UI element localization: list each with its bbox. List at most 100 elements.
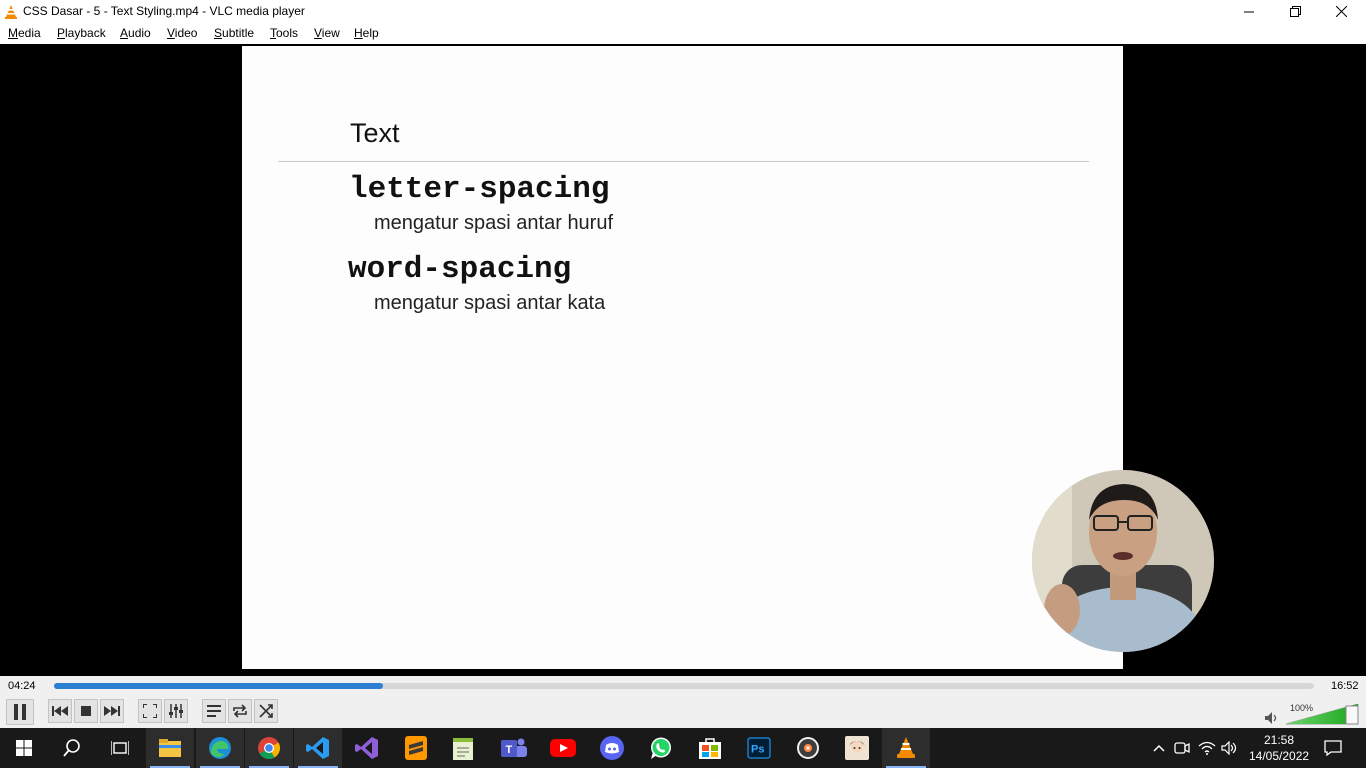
close-icon (1335, 6, 1347, 17)
taskbar-file-explorer[interactable] (146, 728, 194, 768)
total-duration: 16:52 (1331, 680, 1359, 692)
player-controls: 04:24 16:52 100% (0, 676, 1366, 728)
slide-heading: Text (350, 118, 400, 148)
notepad-plus-icon (453, 738, 473, 760)
media-app-icon (797, 737, 819, 759)
tray-notifications[interactable] (1323, 738, 1343, 758)
svg-text:Ps: Ps (751, 744, 764, 756)
visual-studio-icon (355, 737, 378, 759)
mute-button[interactable] (1265, 711, 1279, 729)
desc-letter-spacing: mengatur spasi antar huruf (374, 212, 614, 234)
restore-icon (1289, 6, 1301, 17)
notification-icon (1324, 740, 1342, 756)
taskbar-sublime-text[interactable] (392, 728, 440, 768)
previous-icon (52, 706, 68, 716)
term-letter-spacing: letter-spacing (349, 172, 610, 207)
menu-help[interactable]: Help (354, 26, 379, 40)
vlc-icon (897, 737, 915, 758)
wifi-icon (1198, 741, 1216, 755)
taskbar-store[interactable] (686, 728, 734, 768)
next-button[interactable] (100, 699, 124, 723)
playlist-icon (207, 705, 221, 717)
loop-icon (233, 704, 247, 718)
seek-bar[interactable] (54, 683, 1314, 689)
fullscreen-icon (143, 704, 157, 718)
minimize-button[interactable] (1226, 0, 1272, 23)
tray-network[interactable] (1197, 738, 1217, 758)
windows-taskbar: T Ps 21:58 14/05/2022 (0, 728, 1366, 768)
presentation-slide: Text letter-spacing mengatur spasi antar… (242, 46, 1123, 669)
menu-audio[interactable]: Audio (120, 26, 151, 40)
tray-show-hidden[interactable] (1149, 738, 1169, 758)
shuffle-button[interactable] (254, 699, 278, 723)
taskbar-search[interactable] (48, 728, 96, 768)
restore-button[interactable] (1272, 0, 1318, 23)
minimize-icon (1244, 11, 1254, 12)
photoshop-icon: Ps (747, 737, 771, 759)
anime-app-icon (845, 736, 869, 760)
menu-video[interactable]: Video (167, 26, 197, 40)
store-icon (699, 738, 721, 759)
speaker-icon (1221, 741, 1237, 755)
tray-meet-now[interactable] (1172, 738, 1192, 758)
search-icon (63, 739, 80, 757)
clock-date: 14/05/2022 (1249, 749, 1310, 763)
taskbar-vscode[interactable] (294, 728, 342, 768)
svg-text:T: T (506, 744, 513, 756)
vlc-icon (5, 5, 17, 19)
taskbar-youtube[interactable] (539, 728, 587, 768)
taskbar-discord[interactable] (588, 728, 636, 768)
volume-slider[interactable] (1286, 704, 1360, 725)
menu-view[interactable]: View (314, 26, 340, 40)
whatsapp-icon (651, 737, 671, 759)
taskbar-notepad-plus[interactable] (440, 728, 488, 768)
next-icon (104, 706, 120, 716)
taskbar-teams[interactable]: T (490, 728, 538, 768)
taskbar-visual-studio[interactable] (343, 728, 391, 768)
youtube-icon (550, 739, 576, 757)
menu-tools[interactable]: Tools (270, 26, 298, 40)
sublime-text-icon (405, 736, 427, 760)
pause-button[interactable] (6, 699, 34, 725)
previous-button[interactable] (48, 699, 72, 723)
taskbar-vlc[interactable] (882, 728, 930, 768)
start-icon (16, 740, 32, 756)
presenter-image (1032, 470, 1214, 652)
start-button[interactable] (0, 728, 48, 768)
desc-word-spacing: mengatur spasi antar kata (374, 292, 606, 314)
taskbar-edge[interactable] (196, 728, 244, 768)
menu-playback[interactable]: Playback (57, 26, 106, 40)
loop-button[interactable] (228, 699, 252, 723)
extended-settings-button[interactable] (164, 699, 188, 723)
taskbar-whatsapp[interactable] (637, 728, 685, 768)
tray-volume[interactable] (1220, 738, 1240, 758)
chevron-up-icon (1153, 744, 1165, 752)
task-view-icon (111, 741, 129, 755)
shuffle-icon (259, 704, 273, 718)
taskbar-task-view[interactable] (96, 728, 144, 768)
webcam-presenter (1032, 470, 1214, 652)
speaker-icon (1265, 712, 1277, 724)
taskbar-photoshop[interactable]: Ps (735, 728, 783, 768)
close-button[interactable] (1318, 0, 1364, 23)
menu-media[interactable]: Media (8, 26, 41, 40)
seek-bar-progress (54, 683, 383, 689)
playlist-button[interactable] (202, 699, 226, 723)
title-bar: CSS Dasar - 5 - Text Styling.mp4 - VLC m… (0, 0, 1366, 23)
chrome-icon (258, 737, 280, 759)
stop-button[interactable] (74, 699, 98, 723)
taskbar-clock[interactable]: 21:58 14/05/2022 (1249, 732, 1309, 764)
clock-time: 21:58 (1263, 733, 1295, 747)
discord-icon (600, 736, 624, 760)
taskbar-chrome[interactable] (245, 728, 293, 768)
volume-knob[interactable] (1345, 705, 1359, 725)
taskbar-anime-app[interactable] (833, 728, 881, 768)
edge-icon (209, 737, 231, 759)
menu-subtitle[interactable]: Subtitle (214, 26, 254, 40)
video-canvas[interactable]: Text letter-spacing mengatur spasi antar… (0, 44, 1366, 676)
meet-now-icon (1174, 742, 1190, 754)
fullscreen-button[interactable] (138, 699, 162, 723)
file-explorer-icon (159, 739, 181, 757)
equalizer-icon (169, 704, 183, 718)
taskbar-media-app[interactable] (784, 728, 832, 768)
